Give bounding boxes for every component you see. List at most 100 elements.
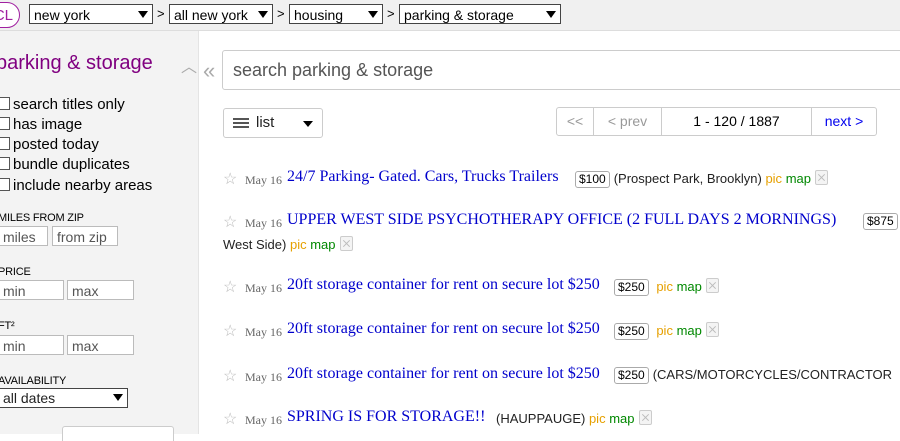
star-icon[interactable]: ☆	[223, 212, 237, 232]
result-meta: $250 pic map	[614, 278, 719, 296]
breadcrumb-separator: >	[277, 6, 285, 21]
pic-tag: pic	[765, 171, 783, 186]
checkbox-posted-today[interactable]: posted today	[0, 136, 99, 153]
result-title-link[interactable]: SPRING IS FOR STORAGE!!	[287, 408, 485, 426]
filter-sidebar: parking & storage ︿ search titles only h…	[0, 31, 199, 441]
search-input[interactable]: search parking & storage	[222, 50, 900, 90]
result-meta-wrap: West Side) pic map	[223, 236, 353, 252]
result-title-link[interactable]: 24/7 Parking- Gated. Cars, Trucks Traile…	[287, 168, 559, 186]
area-select-value: all new york	[174, 7, 248, 23]
post-date: May 16	[245, 413, 282, 427]
miles-input[interactable]: miles	[0, 226, 48, 246]
result-title-link[interactable]: 20ft storage container for rent on secur…	[287, 276, 600, 294]
list-icon	[233, 118, 249, 128]
category-title: parking & storage	[0, 52, 153, 74]
hide-icon[interactable]	[339, 236, 353, 251]
location: (HAUPPAUGE)	[496, 411, 586, 426]
availability-label: AVAILABILITY	[0, 375, 67, 387]
location: (CARS/MOTORCYCLES/CONTRACTOR	[652, 367, 893, 382]
chevron-up-icon[interactable]: ︿	[181, 53, 197, 77]
hide-icon[interactable]	[705, 322, 719, 337]
checkbox-label: has image	[13, 116, 83, 133]
category-select-value: housing	[294, 7, 344, 23]
result-meta: $100 (Prospect Park, Brooklyn) pic map	[575, 170, 828, 188]
star-icon[interactable]: ☆	[223, 366, 237, 386]
chevron-down-icon	[546, 11, 556, 18]
zip-input[interactable]: from zip	[52, 226, 118, 246]
checkbox-label: search titles only	[13, 96, 125, 113]
post-date: May 16	[245, 325, 282, 339]
pic-tag: pic	[289, 237, 307, 252]
star-icon[interactable]: ☆	[223, 321, 237, 341]
checkbox-box[interactable]	[0, 97, 10, 110]
sqft-min-input[interactable]: min	[0, 335, 64, 355]
area-select[interactable]: all new york	[169, 4, 273, 24]
price-badge: $250	[614, 323, 649, 340]
map-link[interactable]: map	[786, 171, 811, 186]
result-meta: $875	[863, 213, 900, 230]
site-select[interactable]: new york	[29, 4, 153, 24]
subcategory-select-value: parking & storage	[404, 7, 514, 23]
pic-tag: pic	[588, 411, 606, 426]
star-icon[interactable]: ☆	[223, 169, 237, 189]
result-meta: $250 pic map	[614, 322, 719, 340]
post-date: May 16	[245, 216, 282, 230]
miles-label: MILES FROM ZIP	[0, 212, 84, 224]
next-page-button[interactable]: next >	[812, 108, 876, 135]
checkbox-box[interactable]	[0, 137, 10, 150]
pic-tag: pic	[656, 323, 673, 338]
price-badge: $250	[614, 367, 649, 384]
result-meta: (HAUPPAUGE) pic map	[496, 410, 652, 426]
post-date: May 16	[245, 173, 282, 187]
map-link[interactable]: map	[310, 237, 335, 252]
map-link[interactable]: map	[677, 279, 702, 294]
checkbox-search-titles[interactable]: search titles only	[0, 96, 125, 113]
price-max-input[interactable]: max	[67, 280, 134, 300]
chevron-down-icon	[113, 394, 123, 401]
result-title-link[interactable]: 20ft storage container for rent on secur…	[287, 320, 600, 338]
sqft-label: FT²	[0, 320, 15, 332]
result-meta: $250 (CARS/MOTORCYCLES/CONTRACTOR	[614, 367, 892, 384]
sqft-max-input[interactable]: max	[67, 335, 134, 355]
first-page-button[interactable]: <<	[557, 108, 594, 135]
top-bar: CL new york > all new york > housing > p…	[0, 0, 900, 31]
checkbox-nearby-areas[interactable]: include nearby areas	[0, 177, 152, 194]
view-mode-label: list	[256, 114, 275, 131]
availability-select[interactable]: all dates	[0, 388, 128, 408]
location: (Prospect Park, Brooklyn)	[613, 171, 762, 186]
hide-icon[interactable]	[814, 170, 828, 185]
star-icon[interactable]: ☆	[223, 277, 237, 297]
checkbox-bundle-duplicates[interactable]: bundle duplicates	[0, 156, 130, 173]
availability-value: all dates	[3, 390, 56, 406]
result-title-link[interactable]: 20ft storage container for rent on secur…	[287, 365, 600, 383]
pagination: << < prev 1 - 120 / 1887 next >	[556, 107, 877, 136]
hide-icon[interactable]	[638, 410, 652, 425]
post-date: May 16	[245, 281, 282, 295]
craigslist-logo[interactable]: CL	[0, 2, 20, 28]
post-date: May 16	[245, 370, 282, 384]
breadcrumb-separator: >	[387, 6, 395, 21]
result-title-link[interactable]: UPPER WEST SIDE PSYCHOTHERAPY OFFICE (2 …	[287, 211, 836, 229]
price-badge: $250	[614, 279, 649, 296]
checkbox-has-image[interactable]: has image	[0, 116, 82, 133]
hide-icon[interactable]	[705, 278, 719, 293]
checkbox-box[interactable]	[0, 157, 10, 170]
view-mode-button[interactable]: list	[223, 108, 323, 138]
prev-page-button[interactable]: < prev	[594, 108, 662, 135]
price-badge: $100	[575, 171, 610, 188]
category-select[interactable]: housing	[289, 4, 383, 24]
subcategory-select[interactable]: parking & storage	[399, 4, 561, 24]
checkbox-box[interactable]	[0, 117, 10, 130]
chevron-down-icon	[368, 11, 378, 18]
location: West Side)	[223, 237, 287, 252]
map-link[interactable]: map	[677, 323, 702, 338]
price-min-input[interactable]: min	[0, 280, 64, 300]
map-link[interactable]: map	[609, 411, 634, 426]
checkbox-label: bundle duplicates	[13, 156, 130, 173]
star-icon[interactable]: ☆	[223, 409, 237, 429]
checkbox-box[interactable]	[0, 178, 10, 191]
price-label: PRICE	[0, 266, 31, 278]
collapse-sidebar-icon[interactable]: «	[203, 58, 215, 84]
checkbox-label: posted today	[13, 136, 99, 153]
breadcrumb-separator: >	[157, 6, 165, 21]
